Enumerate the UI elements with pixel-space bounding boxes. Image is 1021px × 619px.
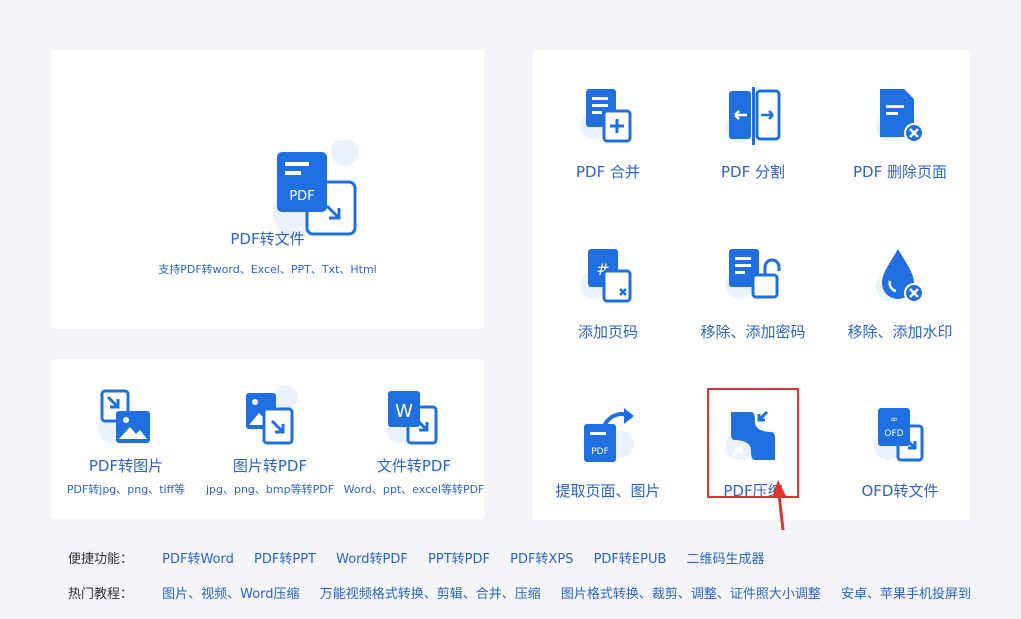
quick-link[interactable]: PDF转Word bbox=[162, 548, 234, 567]
tutorial-link[interactable]: 万能视频格式转换、剪辑、合并、压缩 bbox=[320, 583, 541, 602]
pdf-to-file-card[interactable]: PDF PDF转文件 支持PDF转word、Excel、PPT、Txt、Html bbox=[51, 50, 484, 329]
tutorial-link[interactable]: 图片、视频、Word压缩 bbox=[162, 583, 299, 602]
tool-label: OFD转文件 bbox=[861, 482, 939, 500]
conversions-card: PDF转图片 PDF转jpg、png、tiff等 图片转PDF jpg、png、… bbox=[51, 359, 484, 519]
tutorial-link[interactable]: 安卓、苹果手机投屏到 bbox=[841, 583, 971, 602]
quick-link[interactable]: PDF转XPS bbox=[510, 548, 573, 567]
pdf-to-file-subtitle: 支持PDF转word、Excel、PPT、Txt、Html bbox=[158, 263, 377, 276]
pdf-merge-icon bbox=[580, 89, 632, 143]
tool-label: 移除、添加密码 bbox=[700, 323, 806, 341]
image-to-pdf-icon bbox=[246, 385, 298, 445]
password-icon bbox=[725, 249, 781, 299]
quick-link[interactable]: Word转PDF bbox=[336, 548, 408, 567]
pdf-to-image-icon bbox=[98, 389, 150, 443]
tool-label: 移除、添加水印 bbox=[847, 323, 953, 341]
ofd-to-file-tool[interactable]: ∞ OFD OFD转文件 bbox=[825, 374, 975, 524]
word-icon-text: W bbox=[395, 401, 413, 422]
quick-link[interactable]: PDF转EPUB bbox=[594, 548, 667, 567]
pdf-split-icon bbox=[725, 87, 781, 145]
conversion-label: 文件转PDF bbox=[376, 457, 452, 475]
tool-label: PDF 分割 bbox=[721, 163, 785, 181]
add-page-number-tool[interactable]: # 添加页码 bbox=[533, 215, 683, 365]
quick-links-bar: 便捷功能： PDF转Word PDF转PPT Word转PDF PPT转PDF … bbox=[68, 548, 781, 567]
image-to-pdf-item[interactable]: 图片转PDF jpg、png、bmp等转PDF bbox=[195, 359, 345, 509]
quick-link[interactable]: 二维码生成器 bbox=[687, 548, 765, 567]
extract-icon-text: PDF bbox=[591, 447, 609, 457]
extract-tool[interactable]: PDF 提取页面、图片 bbox=[533, 374, 683, 524]
pdf-delete-page-tool[interactable]: PDF 删除页面 bbox=[825, 55, 975, 205]
quick-links-heading: 便捷功能： bbox=[68, 552, 134, 567]
pdf-delete-page-icon bbox=[876, 89, 924, 143]
quick-link[interactable]: PDF转PPT bbox=[254, 548, 316, 567]
extract-icon: PDF bbox=[584, 408, 634, 462]
pdf-icon-text: PDF bbox=[289, 189, 314, 204]
quick-link[interactable]: PPT转PDF bbox=[428, 548, 490, 567]
ofd-icon-text: OFD bbox=[884, 429, 903, 439]
ofd-to-file-icon: ∞ OFD bbox=[874, 408, 924, 462]
tutorial-link[interactable]: 图片格式转换、裁剪、调整、证件照大小调整 bbox=[561, 583, 821, 602]
watermark-tool[interactable]: 移除、添加水印 bbox=[825, 215, 975, 365]
tool-label: PDF 删除页面 bbox=[853, 163, 947, 181]
hot-tutorials-bar: 热门教程： 图片、视频、Word压缩 万能视频格式转换、剪辑、合并、压缩 图片格… bbox=[68, 583, 987, 602]
svg-text:∞: ∞ bbox=[890, 415, 898, 425]
hot-tutorials-heading: 热门教程： bbox=[68, 587, 134, 602]
conversion-desc: Word、ppt、excel等转PDF bbox=[343, 483, 485, 496]
pdf-to-image-item[interactable]: PDF转图片 PDF转jpg、png、tiff等 bbox=[51, 359, 201, 509]
pdf-to-file-title: PDF转文件 bbox=[230, 230, 305, 248]
file-to-pdf-icon: W bbox=[386, 391, 438, 445]
watermark-icon bbox=[876, 249, 924, 303]
file-to-pdf-item[interactable]: W 文件转PDF Word、ppt、excel等转PDF bbox=[339, 359, 489, 509]
annotation-arrow bbox=[772, 480, 786, 531]
pdf-merge-tool[interactable]: PDF 合并 bbox=[533, 55, 683, 205]
pdf-split-tool[interactable]: PDF 分割 bbox=[678, 55, 828, 205]
password-tool[interactable]: 移除、添加密码 bbox=[678, 215, 828, 365]
add-page-number-icon: # bbox=[580, 249, 632, 303]
